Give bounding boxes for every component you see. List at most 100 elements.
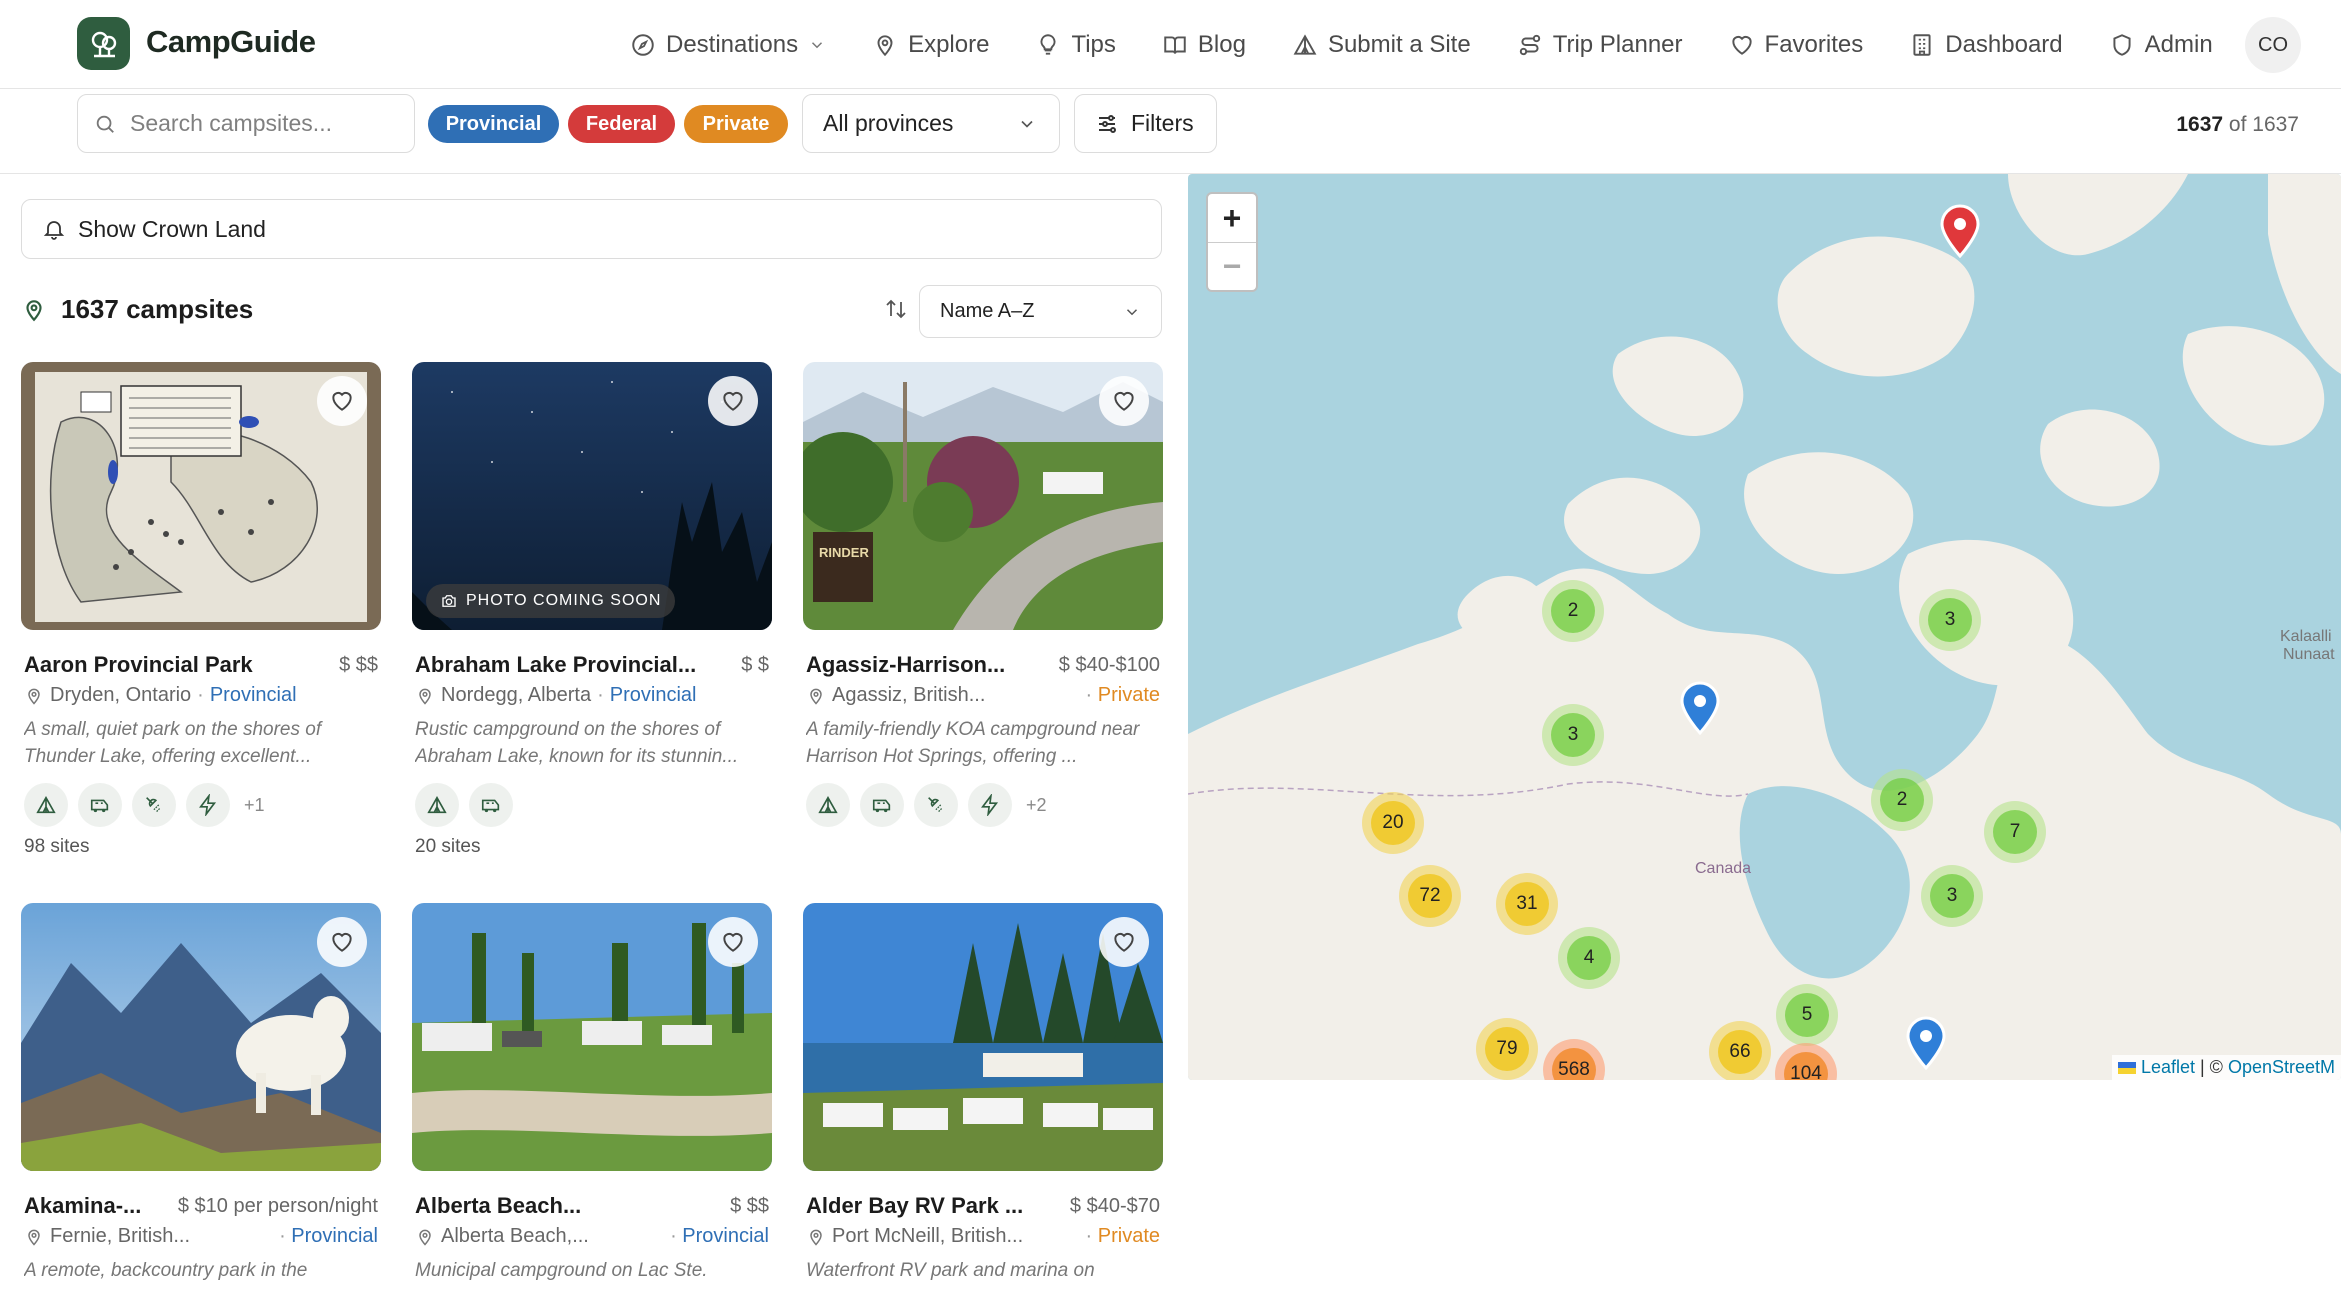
map-pin-icon xyxy=(28,1229,40,1246)
nav-admin[interactable]: Admin xyxy=(2109,31,2213,59)
campsite-description: A remote, backcountry park in the xyxy=(24,1260,308,1281)
map-cluster[interactable]: 66 xyxy=(1709,1021,1771,1080)
leaflet-link[interactable]: Leaflet xyxy=(2141,1057,2195,1077)
province-select[interactable]: All provinces xyxy=(802,94,1060,153)
favorite-button[interactable] xyxy=(317,917,367,967)
map-marker-federal[interactable] xyxy=(1938,202,1982,258)
campsite-photo[interactable] xyxy=(803,903,1163,1171)
heart-icon xyxy=(723,391,743,411)
svg-text:RINDER: RINDER xyxy=(819,545,869,560)
nav-dashboard[interactable]: Dashboard xyxy=(1909,31,2063,59)
flag-icon xyxy=(2117,1062,2136,1075)
map-cluster-count: 20 xyxy=(1371,801,1415,845)
map-cluster[interactable]: 72 xyxy=(1399,865,1461,927)
campsite-title[interactable]: Alder Bay RV Park ... xyxy=(806,1193,1023,1219)
brand-name[interactable]: CampGuide xyxy=(146,24,316,60)
campsite-description: A family-friendly KOA campground near Ha… xyxy=(806,719,1140,767)
separator-dot: · xyxy=(670,1225,683,1247)
heart-icon xyxy=(1731,35,1752,55)
campsite-photo[interactable] xyxy=(21,362,381,630)
sort-arrows-icon[interactable] xyxy=(884,296,908,322)
campsite-card[interactable]: Alder Bay RV Park ... $ $40-$70 Port McN… xyxy=(803,903,1163,1290)
campsite-photo[interactable]: RINDER xyxy=(803,362,1163,630)
nav-favorites-label: Favorites xyxy=(1764,30,1864,58)
search-input[interactable] xyxy=(130,110,390,137)
search-icon xyxy=(96,115,114,133)
nav-submit-site[interactable]: Submit a Site xyxy=(1292,31,1471,59)
map-cluster[interactable]: 31 xyxy=(1496,873,1558,935)
osm-link[interactable]: OpenStreetM xyxy=(2228,1057,2335,1077)
campsite-title[interactable]: Alberta Beach... xyxy=(415,1193,581,1219)
building-icon xyxy=(1913,33,1931,56)
favorite-button[interactable] xyxy=(317,376,367,426)
map-cluster[interactable]: 4 xyxy=(1558,927,1620,989)
filter-provincial-chip[interactable]: Provincial xyxy=(428,105,559,143)
map-label-greenland-1: Kalaalli xyxy=(2280,628,2332,645)
more-amenities: +2 xyxy=(1026,794,1047,815)
filter-private-chip[interactable]: Private xyxy=(684,105,788,143)
search-box[interactable] xyxy=(77,94,415,153)
campsite-title[interactable]: Abraham Lake Provincial... xyxy=(415,652,696,678)
map-cluster[interactable]: 5 xyxy=(1776,984,1838,1046)
user-avatar[interactable]: CO xyxy=(2245,17,2301,73)
campguide-logo[interactable] xyxy=(77,17,130,70)
nav-admin-label: Admin xyxy=(2144,30,2213,58)
campsite-map[interactable]: + − 2 3 3 2 7 3 20 72 31 4 5 79 568 66 1… xyxy=(1188,174,2341,1080)
map-cluster[interactable]: 3 xyxy=(1542,704,1604,766)
campsite-photo[interactable]: PHOTO COMING SOON xyxy=(412,362,772,630)
campsite-photo[interactable] xyxy=(412,903,772,1171)
map-marker-provincial[interactable] xyxy=(1904,1014,1948,1070)
nav-explore[interactable]: Explore xyxy=(872,31,989,59)
map-cluster-count: 568 xyxy=(1552,1048,1596,1080)
map-cluster-count: 3 xyxy=(1551,713,1595,757)
campsite-card[interactable]: RINDER Agassiz-Harrison... $ $40-$100 Ag… xyxy=(803,362,1163,862)
map-cluster[interactable]: 7 xyxy=(1984,801,2046,863)
nav-submit-site-label: Submit a Site xyxy=(1327,30,1471,58)
favorite-button[interactable] xyxy=(1099,376,1149,426)
map-cluster[interactable]: 2 xyxy=(1871,769,1933,831)
nav-explore-label: Explore xyxy=(908,30,990,58)
favorite-button[interactable] xyxy=(1099,917,1149,967)
map-cluster[interactable]: 3 xyxy=(1919,589,1981,651)
campsite-photo[interactable] xyxy=(21,903,381,1171)
campsite-type: Provincial xyxy=(682,1225,769,1247)
map-cluster[interactable]: 20 xyxy=(1362,792,1424,854)
result-count-shown: 1637 xyxy=(2176,113,2224,136)
crown-land-toggle[interactable]: Show Crown Land xyxy=(21,199,1162,259)
campsite-location-text: Dryden, Ontario xyxy=(50,684,192,706)
campsite-title[interactable]: Akamina-... xyxy=(24,1193,141,1219)
map-cluster[interactable]: 2 xyxy=(1542,580,1604,642)
campsite-title[interactable]: Aaron Provincial Park xyxy=(24,652,253,678)
campsite-title[interactable]: Agassiz-Harrison... xyxy=(806,652,1005,678)
rv-icon xyxy=(78,783,122,827)
filters-button[interactable]: Filters xyxy=(1074,94,1217,153)
book-icon xyxy=(1164,35,1186,54)
favorite-button[interactable] xyxy=(708,917,758,967)
electric-icon xyxy=(968,783,1012,827)
nav-destinations[interactable]: Destinations xyxy=(630,31,826,59)
map-cluster[interactable]: 79 xyxy=(1476,1018,1538,1080)
nav-favorites[interactable]: Favorites xyxy=(1729,30,1864,59)
campsite-card[interactable]: PHOTO COMING SOON Abraham Lake Provincia… xyxy=(412,362,772,862)
nav-tips[interactable]: Tips xyxy=(1035,31,1116,59)
map-marker-provincial[interactable] xyxy=(1678,679,1722,735)
campsite-site-count: 98 sites xyxy=(24,836,90,857)
filter-federal-chip[interactable]: Federal xyxy=(568,105,675,143)
map-cluster[interactable]: 3 xyxy=(1921,865,1983,927)
zoom-out-button[interactable]: − xyxy=(1208,242,1256,290)
nav-blog[interactable]: Blog xyxy=(1162,31,1246,59)
campsite-type: Private xyxy=(1097,684,1160,706)
campsite-card[interactable]: Aaron Provincial Park $ $$ Dryden, Ontar… xyxy=(21,362,381,862)
sort-select[interactable]: Name A–Z xyxy=(919,285,1162,338)
map-pin-icon xyxy=(810,688,822,705)
campsite-price: $ $$ xyxy=(339,654,378,676)
campsite-card[interactable]: Akamina-... $ $10 per person/night Ferni… xyxy=(21,903,381,1290)
campsite-price: $ $40-$100 xyxy=(1058,654,1160,676)
favorite-button[interactable] xyxy=(708,376,758,426)
zoom-in-button[interactable]: + xyxy=(1208,194,1256,242)
heart-icon xyxy=(1114,932,1134,952)
nav-trip-planner[interactable]: Trip Planner xyxy=(1517,31,1683,59)
campsite-description: Municipal campground on Lac Ste. xyxy=(415,1260,708,1281)
campsite-card[interactable]: Alberta Beach... $ $$ Alberta Beach,... … xyxy=(412,903,772,1290)
results-count-label: 1637 campsites xyxy=(61,294,254,324)
